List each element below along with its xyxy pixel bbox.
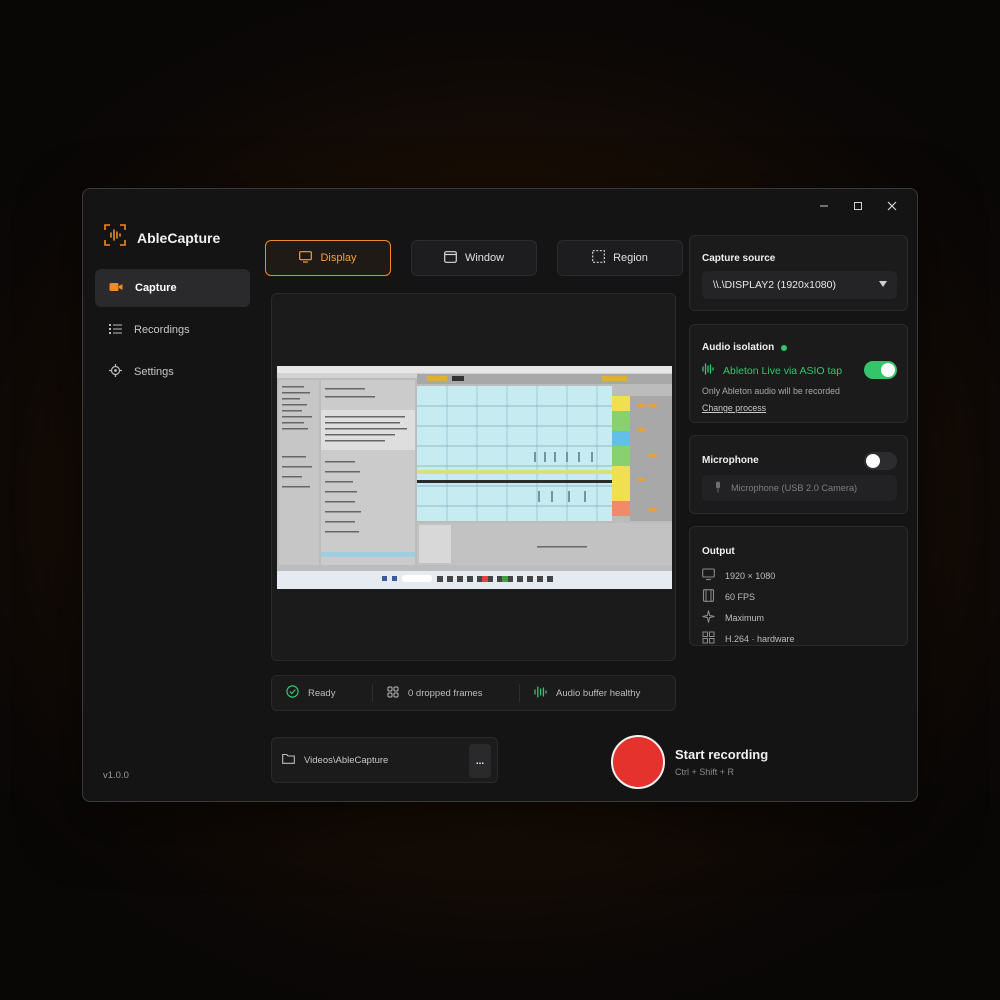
window-controls <box>807 197 909 215</box>
sidebar-item-label: Settings <box>134 366 174 378</box>
audio-isolation-note: Only Ableton audio will be recorded <box>702 386 840 396</box>
capture-source-title: Capture source <box>702 253 776 264</box>
status-audio-text: Audio buffer healthy <box>556 687 641 699</box>
tab-display[interactable]: Display <box>265 240 391 276</box>
sidebar-nav: Capture Recordings Settings <box>95 269 250 395</box>
status-audio-buffer: Audio buffer healthy <box>520 676 640 710</box>
window-icon <box>444 250 457 266</box>
microphone-toggle[interactable] <box>864 452 897 470</box>
list-icon <box>109 323 122 338</box>
tab-label: Window <box>464 252 505 264</box>
close-icon[interactable] <box>875 197 909 215</box>
audio-isolation-header: Audio isolation <box>702 342 788 353</box>
audio-waveform-icon <box>534 685 547 701</box>
tab-label: Display <box>320 252 357 264</box>
status-dropped-frames: 0 dropped frames <box>373 676 519 710</box>
capture-source-select[interactable]: \\.\DISPLAY2 (1920x1080) <box>702 271 897 299</box>
sidebar-item-capture[interactable]: Capture <box>95 269 250 307</box>
sparkle-icon <box>702 610 715 625</box>
status-dot-icon <box>781 344 788 351</box>
output-panel: Output 1920 × 1080 60 FPS Maximum H.264 … <box>689 526 908 646</box>
video-camera-icon <box>109 281 123 296</box>
audio-isolation-toggle[interactable] <box>864 361 897 379</box>
output-folder-path[interactable]: Videos\AbleCapture <box>304 755 388 766</box>
app-logo-icon <box>103 223 127 252</box>
microphone-icon <box>714 481 722 495</box>
tab-label: Region <box>613 252 648 264</box>
minimize-icon[interactable] <box>807 197 841 215</box>
status-bar: Ready 0 dropped frames Audio buffer heal… <box>271 675 676 711</box>
toggle-knob <box>866 454 880 468</box>
chevron-down-icon <box>879 281 887 287</box>
output-codec: H.264 · hardware <box>702 631 795 646</box>
microphone-title: Microphone <box>702 455 759 466</box>
brand: AbleCapture <box>103 223 220 252</box>
audio-isolation-panel: Audio isolation Ableton Live via ASIO ta… <box>689 324 908 423</box>
record-button[interactable] <box>611 735 665 789</box>
version-label: v1.0.0 <box>103 770 129 781</box>
app-window: AbleCapture Capture Recordings Settings <box>82 188 918 802</box>
tab-region[interactable]: Region <box>557 240 683 276</box>
audio-isolation-title: Audio isolation <box>702 342 775 353</box>
output-quality: Maximum <box>702 610 764 625</box>
maximize-icon[interactable] <box>841 197 875 215</box>
preview-screen-image <box>277 366 672 589</box>
grid-icon <box>387 686 399 701</box>
sidebar-item-settings[interactable]: Settings <box>95 353 250 391</box>
capture-source-value: \\.\DISPLAY2 (1920x1080) <box>713 279 836 291</box>
output-quality-text: Maximum <box>725 612 765 623</box>
output-resolution-text: 1920 × 1080 <box>725 570 776 581</box>
status-ready: Ready <box>272 676 372 710</box>
output-title: Output <box>702 546 735 557</box>
film-icon <box>702 589 715 604</box>
status-dropped-text: 0 dropped frames <box>408 687 483 699</box>
capture-source-panel: Capture source \\.\DISPLAY2 (1920x1080) <box>689 235 908 311</box>
grid-icon <box>702 631 715 646</box>
output-fps-text: 60 FPS <box>725 591 756 602</box>
region-icon <box>592 250 605 266</box>
gear-icon <box>109 364 122 380</box>
monitor-icon <box>299 250 313 266</box>
output-folder: Videos\AbleCapture ... <box>271 737 498 783</box>
output-fps: 60 FPS <box>702 589 755 604</box>
status-ready-text: Ready <box>308 687 336 699</box>
sidebar-item-label: Capture <box>135 282 177 294</box>
folder-icon <box>282 753 295 767</box>
capture-preview <box>271 293 676 661</box>
record-label: Start recording <box>675 747 769 762</box>
audio-source-name: Ableton Live via ASIO tap <box>723 364 843 377</box>
tab-window[interactable]: Window <box>411 240 537 276</box>
output-resolution: 1920 × 1080 <box>702 568 775 583</box>
check-circle-icon <box>286 685 299 701</box>
change-process-link[interactable]: Change process <box>702 403 766 413</box>
app-title: AbleCapture <box>137 229 221 246</box>
sidebar: AbleCapture Capture Recordings Settings <box>83 189 259 801</box>
sidebar-item-recordings[interactable]: Recordings <box>95 311 250 349</box>
sidebar-item-label: Recordings <box>134 324 190 336</box>
audio-waveform-icon <box>702 363 714 378</box>
toggle-knob <box>881 363 895 377</box>
record-shortcut: Ctrl + Shift + R <box>675 767 735 777</box>
monitor-icon <box>702 568 715 583</box>
microphone-device-select: Microphone (USB 2.0 Camera) <box>702 475 897 501</box>
audio-isolation-source: Ableton Live via ASIO tap <box>702 363 842 378</box>
microphone-panel: Microphone Microphone (USB 2.0 Camera) <box>689 435 908 514</box>
browse-folder-button[interactable]: ... <box>469 744 491 778</box>
output-codec-text: H.264 · hardware <box>725 633 795 644</box>
microphone-device-name: Microphone (USB 2.0 Camera) <box>731 483 858 493</box>
